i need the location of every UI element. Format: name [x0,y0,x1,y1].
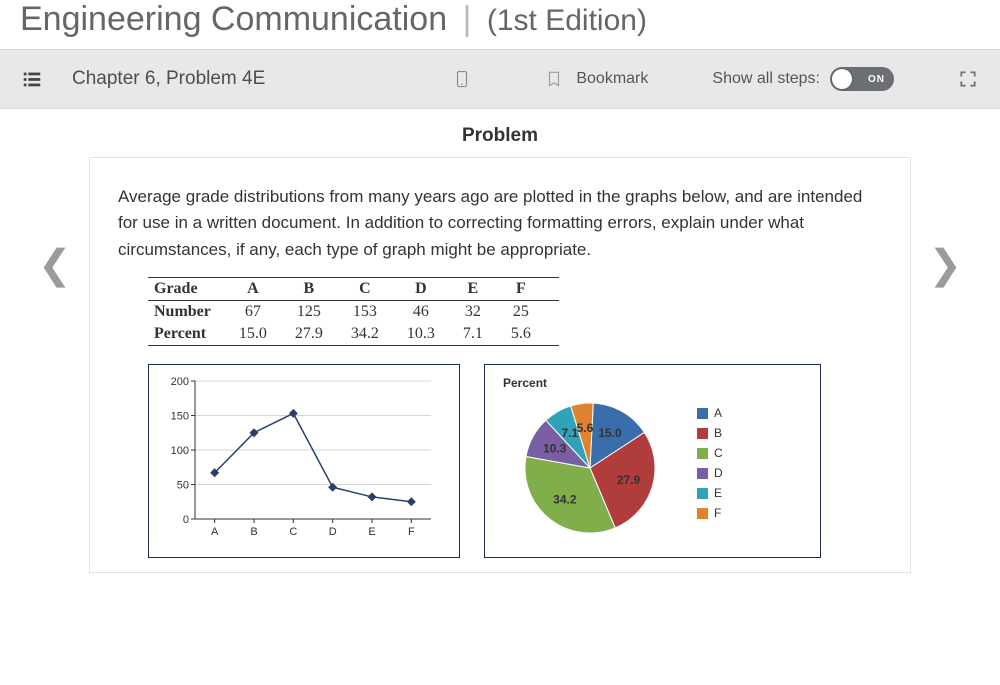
device-icon[interactable] [450,67,474,91]
toggle-knob [832,69,852,89]
svg-text:27.9: 27.9 [617,473,641,487]
svg-text:15.0: 15.0 [598,426,622,440]
table-cell: 10.3 [407,323,463,346]
problem-text: Average grade distributions from many ye… [118,184,882,263]
line-chart: 0 50 100 150 200 A B C D E F [148,364,460,558]
title-separator: | [463,0,472,38]
legend-swatch [697,508,708,519]
book-edition: (1st Edition) [487,4,647,37]
legend-label: F [714,506,721,520]
svg-text:34.2: 34.2 [553,493,577,507]
table-header: B [295,278,351,301]
section-title: Problem [0,125,1000,147]
legend-swatch [697,428,708,439]
svg-text:D: D [329,526,337,538]
table-cell: 27.9 [295,323,351,346]
table-header: Grade [148,278,239,301]
book-name: Engineering Communication [20,0,447,38]
prev-problem-arrow[interactable]: ❮ [38,245,72,285]
list-icon[interactable] [20,67,44,91]
legend-label: A [714,406,722,420]
table-cell: Percent [148,323,239,346]
table-cell: Number [148,301,239,324]
svg-text:B: B [250,526,257,538]
table-cell: 34.2 [351,323,407,346]
svg-text:200: 200 [171,376,189,388]
legend-item: B [697,426,723,440]
table-cell: 153 [351,301,407,324]
legend-item: A [697,406,723,420]
legend-swatch [697,448,708,459]
grade-table: Grade A B C D E F Number 67 125 153 46 3… [148,277,559,346]
table-cell: 67 [239,301,295,324]
svg-text:C: C [289,526,297,538]
svg-text:100: 100 [171,445,189,457]
pie-chart: Percent15.027.934.210.37.15.6 ABCDEF [484,364,821,558]
legend-item: D [697,466,723,480]
svg-text:0: 0 [183,514,189,526]
table-row: Percent 15.0 27.9 34.2 10.3 7.1 5.6 [148,323,559,346]
table-header-row: Grade A B C D E F [148,278,559,301]
bookmark-label[interactable]: Bookmark [576,70,648,88]
problem-card: Average grade distributions from many ye… [89,157,911,573]
svg-text:10.3: 10.3 [543,442,567,456]
chapter-toolbar: Chapter 6, Problem 4E Bookmark Show all … [0,49,1000,109]
pie-legend: ABCDEF [697,373,723,553]
table-cell: 125 [295,301,351,324]
svg-text:150: 150 [171,411,189,423]
table-cell: 46 [407,301,463,324]
legend-label: C [714,446,723,460]
steps-label: Show all steps: [712,70,820,88]
bookmark-icon[interactable] [542,67,566,91]
table-header: A [239,278,295,301]
chapter-breadcrumb: Chapter 6, Problem 4E [72,68,265,90]
svg-text:F: F [408,526,415,538]
svg-text:Percent: Percent [503,376,547,390]
legend-item: E [697,486,723,500]
svg-text:50: 50 [177,480,189,492]
table-cell: 32 [463,301,511,324]
table-cell: 7.1 [463,323,511,346]
legend-item: F [697,506,723,520]
legend-swatch [697,488,708,499]
legend-label: D [714,466,723,480]
legend-item: C [697,446,723,460]
svg-text:E: E [368,526,375,538]
table-header: D [407,278,463,301]
table-cell: 5.6 [511,323,559,346]
table-cell: 25 [511,301,559,324]
legend-swatch [697,408,708,419]
svg-text:A: A [211,526,219,538]
table-header: C [351,278,407,301]
table-cell: 15.0 [239,323,295,346]
table-header: E [463,278,511,301]
toggle-state: ON [868,74,885,85]
table-header: F [511,278,559,301]
next-problem-arrow[interactable]: ❯ [928,245,962,285]
table-row: Number 67 125 153 46 32 25 [148,301,559,324]
legend-label: E [714,486,722,500]
fullscreen-icon[interactable] [956,67,980,91]
legend-label: B [714,426,722,440]
show-steps-toggle[interactable]: ON [830,67,894,91]
legend-swatch [697,468,708,479]
book-title: Engineering Communication | (1st Edition… [0,0,1000,49]
svg-text:5.6: 5.6 [577,421,594,435]
